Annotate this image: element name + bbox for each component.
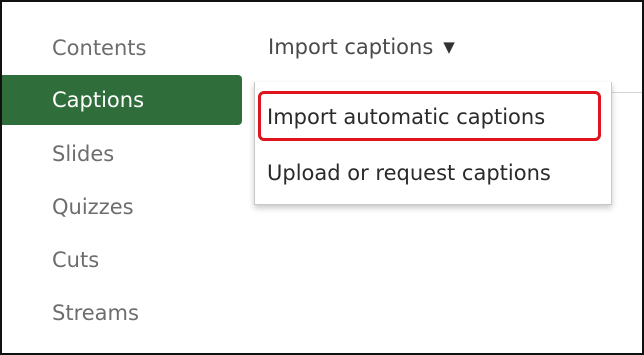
import-captions-dropdown-toggle[interactable]: Import captions ▼ [268,28,455,66]
sidebar-item-cuts[interactable]: Cuts [2,234,242,287]
app-frame: Contents Captions Slides Quizzes Cuts St… [0,0,644,355]
caret-down-icon: ▼ [443,38,455,56]
sidebar-item-quizzes[interactable]: Quizzes [2,181,242,234]
import-captions-menu: Import automatic captions Upload or requ… [254,82,612,205]
import-captions-label: Import captions [268,35,434,59]
menu-item-upload-or-request-captions[interactable]: Upload or request captions [259,148,607,198]
sidebar-item-contents[interactable]: Contents [2,22,242,75]
menu-item-import-automatic-captions[interactable]: Import automatic captions [259,92,607,142]
sidebar-item-slides[interactable]: Slides [2,128,242,181]
sidebar-nav: Contents Captions Slides Quizzes Cuts St… [2,22,242,340]
sidebar-item-captions[interactable]: Captions [2,75,242,125]
sidebar-item-streams[interactable]: Streams [2,287,242,340]
